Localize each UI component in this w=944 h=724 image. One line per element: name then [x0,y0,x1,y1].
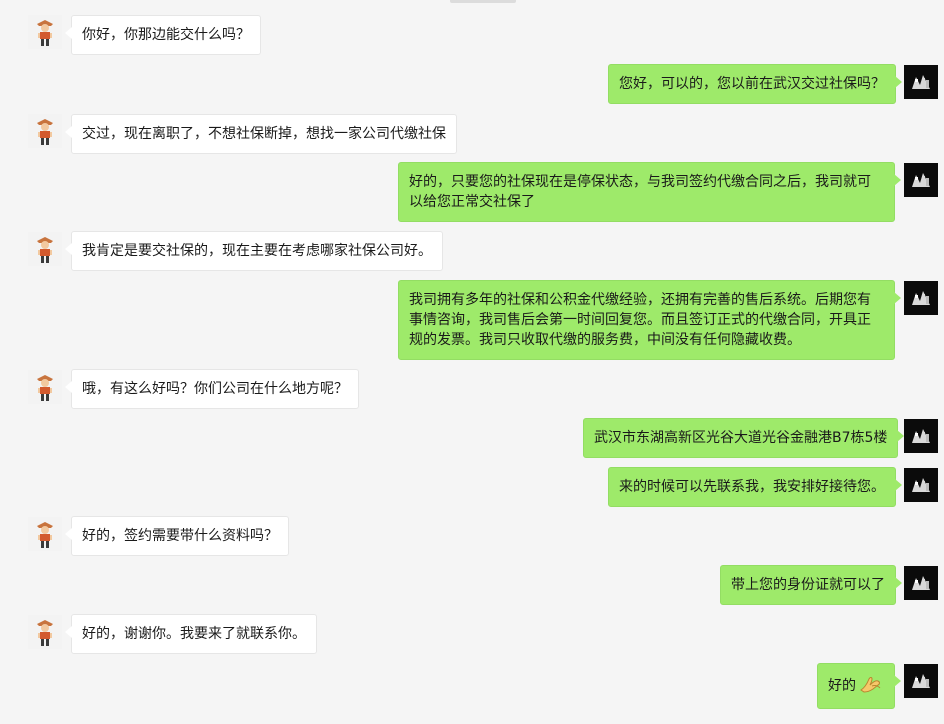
user-avatar[interactable] [904,468,938,502]
user-avatar[interactable] [904,65,938,99]
message-sent: 好的 [817,663,901,709]
user-avatar[interactable] [904,281,938,315]
scroll-top-indicator[interactable] [450,0,516,3]
contact-avatar[interactable] [28,15,62,49]
chat-window[interactable]: 你好，你那边能交什么吗？ 您好，可以的，您以前在武汉交过社保吗？ 交过，现在离职… [0,0,944,724]
contact-avatar[interactable] [28,370,62,404]
message-sent: 来的时候可以先联系我，我安排好接待您。 [608,467,902,507]
message-sent: 带上您的身份证就可以了 [720,565,902,605]
message-received: 好的，谢谢你。我要来了就联系你。 [65,614,317,654]
message-sent: 您好，可以的，您以前在武汉交过社保吗？ [608,64,902,104]
user-avatar[interactable] [904,419,938,453]
message-sent: 我司拥有多年的社保和公积金代缴经验，还拥有完善的售后系统。后期您有事情咨询，我司… [398,280,901,360]
message-text: 好的 [828,678,856,694]
ok-hand-emoji [858,672,884,700]
message-sent: 武汉市东湖高新区光谷大道光谷金融港B7栋5楼 [583,418,905,458]
contact-avatar[interactable] [28,114,62,148]
contact-avatar[interactable] [28,517,62,551]
contact-avatar[interactable] [28,615,62,649]
message-received: 你好，你那边能交什么吗？ [65,15,261,55]
message-received: 好的，签约需要带什么资料吗？ [65,516,289,556]
message-received: 哦，有这么好吗？你们公司在什么地方呢？ [65,369,359,409]
message-received: 我肯定是要交社保的，现在主要在考虑哪家社保公司好。 [65,231,443,271]
message-sent: 好的，只要您的社保现在是停保状态，与我司签约代缴合同之后，我司就可以给您正常交社… [398,162,901,222]
user-avatar[interactable] [904,163,938,197]
user-avatar[interactable] [904,664,938,698]
contact-avatar[interactable] [28,232,62,266]
message-received: 交过，现在离职了，不想社保断掉，想找一家公司代缴社保 [65,114,457,154]
user-avatar[interactable] [904,566,938,600]
